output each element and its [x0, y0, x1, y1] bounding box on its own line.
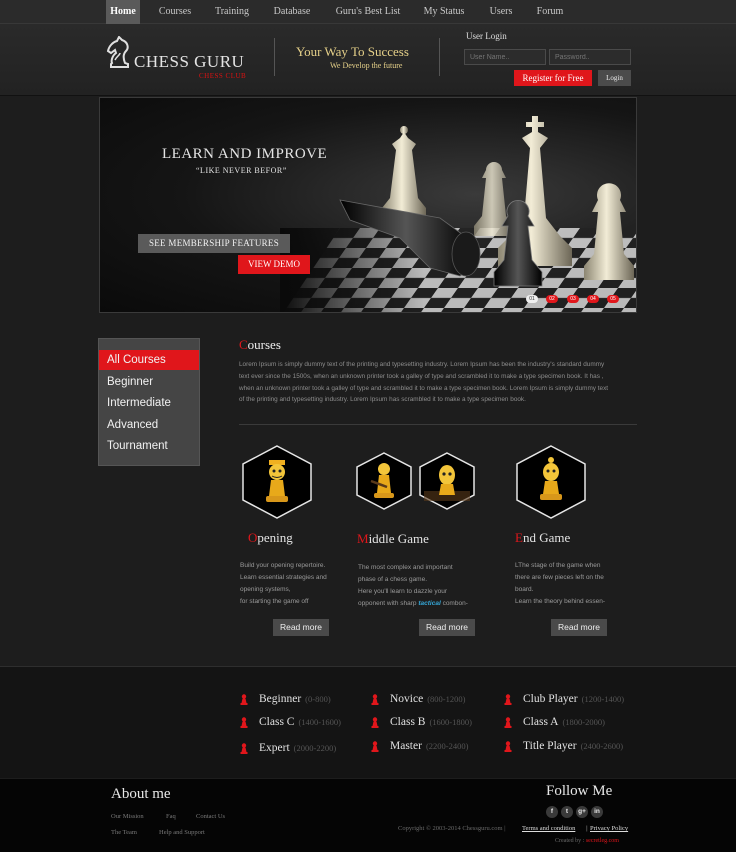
nav-my-status[interactable]: My Status — [416, 0, 472, 24]
username-input[interactable] — [464, 49, 546, 65]
rank-item[interactable]: Master (2200-2400) — [371, 740, 468, 752]
rank-item[interactable]: Class B (1600-1800) — [371, 716, 472, 728]
slide-dot-4[interactable]: 04 — [587, 295, 599, 303]
footer-link-contact-us[interactable]: Contact Us — [196, 813, 225, 820]
register-button[interactable]: Register for Free — [514, 70, 592, 86]
membership-features-button[interactable]: SEE MEMBERSHIP FEATURES — [138, 234, 290, 253]
logo-subtitle: CHESS CLUB — [199, 72, 247, 80]
tagline: Your Way To Success — [296, 44, 409, 59]
rank-item[interactable]: Expert (2000-2200) — [240, 742, 336, 754]
footer-link-help-support[interactable]: Help and Support — [159, 829, 205, 836]
pawn-icon — [240, 717, 248, 728]
middle-game-soldier-icon — [356, 452, 412, 510]
opening-king-icon — [242, 445, 312, 519]
created-by: Created by : secretleg.com — [555, 838, 619, 844]
slide-dot-2[interactable]: 02 — [546, 295, 558, 303]
creator-link[interactable]: secretleg.com — [586, 838, 619, 844]
chess-pieces-image — [339, 116, 634, 287]
nav-courses[interactable]: Courses — [150, 0, 200, 24]
rank-item[interactable]: Novice (800-1200) — [371, 693, 465, 705]
rank-item[interactable]: Class A (1800-2000) — [504, 716, 605, 728]
separator: | — [586, 825, 588, 832]
rank-item[interactable]: Club Player (1200-1400) — [504, 693, 624, 705]
twitter-icon[interactable]: t — [561, 806, 573, 818]
tagline-sub: We Develop the future — [330, 61, 403, 70]
knight-logo-icon — [106, 36, 129, 68]
middle-game-bishop-icon — [419, 452, 475, 510]
copyright-text: Copyright © 2003-2014 Chessguru.com | — [398, 825, 506, 832]
view-demo-button[interactable]: VIEW DEMO — [238, 255, 310, 274]
end-game-title: End Game — [515, 530, 571, 545]
header-divider — [439, 38, 440, 76]
rank-item[interactable]: Beginner (0-800) — [240, 693, 331, 705]
logo[interactable]: CHESS GURU CHESS CLUB — [104, 36, 254, 86]
footer-link-the-team[interactable]: The Team — [111, 829, 137, 836]
hero-title: LEARN AND IMPROVE — [162, 146, 328, 162]
opening-read-more-button[interactable]: Read more — [273, 619, 329, 636]
pawn-icon — [240, 743, 248, 754]
hero-banner: LEARN AND IMPROVE “LIKE NEVER BEFOR” SEE… — [99, 97, 637, 313]
google-plus-icon[interactable]: g+ — [576, 806, 588, 818]
pawn-icon — [504, 717, 512, 728]
header-divider — [274, 38, 275, 76]
site-header: CHESS GURU CHESS CLUB Your Way To Succes… — [0, 24, 736, 96]
sidebar-item-beginner[interactable]: Beginner — [99, 372, 199, 392]
footer-link-our-mission[interactable]: Our Mission — [111, 813, 144, 820]
rating-ranks: Beginner (0-800) Novice (800-1200) Club Pl… — [0, 666, 736, 778]
middle-game-read-more-button[interactable]: Read more — [419, 619, 475, 636]
pawn-icon — [371, 694, 379, 705]
hero-subtitle: “LIKE NEVER BEFOR” — [196, 166, 287, 175]
sidebar-item-advanced[interactable]: Advanced — [99, 415, 199, 435]
courses-intro: Lorem Ipsum is simply dummy text of the … — [239, 361, 609, 404]
pawn-icon — [240, 694, 248, 705]
course-sidebar: All Courses Beginner Intermediate Advanc… — [98, 338, 200, 466]
top-nav: Home Courses Training Database Guru's Be… — [0, 0, 736, 24]
terms-link[interactable]: Terms and condition — [522, 825, 575, 832]
middle-game-title: Middle Game — [357, 531, 429, 546]
divider — [239, 424, 637, 425]
about-heading: About me — [111, 786, 171, 802]
footer-link-faq[interactable]: Faq — [166, 813, 176, 820]
sidebar-item-all-courses[interactable]: All Courses — [99, 350, 199, 370]
opening-description: Build your opening repertoire. Learn ess… — [240, 562, 327, 605]
login-title: User Login — [466, 31, 507, 41]
nav-users[interactable]: Users — [480, 0, 522, 24]
courses-heading: Courses — [239, 337, 281, 352]
sidebar-item-intermediate[interactable]: Intermediate — [99, 393, 199, 413]
end-game-description: LThe stage of the game when there are fe… — [515, 562, 605, 605]
facebook-icon[interactable]: f — [546, 806, 558, 818]
end-game-pawn-icon — [516, 445, 586, 519]
follow-heading: Follow Me — [546, 783, 613, 799]
slide-dot-3[interactable]: 03 — [567, 295, 579, 303]
pawn-icon — [371, 741, 379, 752]
nav-database[interactable]: Database — [264, 0, 320, 24]
password-input[interactable] — [549, 49, 631, 65]
rank-item[interactable]: Title Player (2400-2600) — [504, 740, 623, 752]
middle-game-description: The most complex and important phase of … — [358, 564, 468, 607]
pawn-icon — [371, 717, 379, 728]
nav-training[interactable]: Training — [206, 0, 258, 24]
linkedin-icon[interactable]: in — [591, 806, 603, 818]
slide-dot-1[interactable]: 01 — [526, 295, 538, 303]
logo-name: CHESS GURU — [134, 52, 245, 71]
end-game-read-more-button[interactable]: Read more — [551, 619, 607, 636]
slide-dot-5[interactable]: 05 — [607, 295, 619, 303]
site-footer: About me Our Mission Faq Contact Us The … — [0, 779, 736, 852]
pawn-icon — [504, 694, 512, 705]
nav-forum[interactable]: Forum — [528, 0, 572, 24]
pawn-icon — [504, 741, 512, 752]
nav-home[interactable]: Home — [106, 0, 140, 24]
privacy-link[interactable]: Privacy Policy — [590, 825, 628, 832]
nav-gurus-best-list[interactable]: Guru's Best List — [326, 0, 410, 24]
rank-item[interactable]: Class C (1400-1600) — [240, 716, 341, 728]
opening-title: Opening — [248, 530, 293, 545]
login-button[interactable]: Login — [598, 70, 631, 86]
sidebar-item-tournament[interactable]: Tournament — [99, 436, 199, 456]
